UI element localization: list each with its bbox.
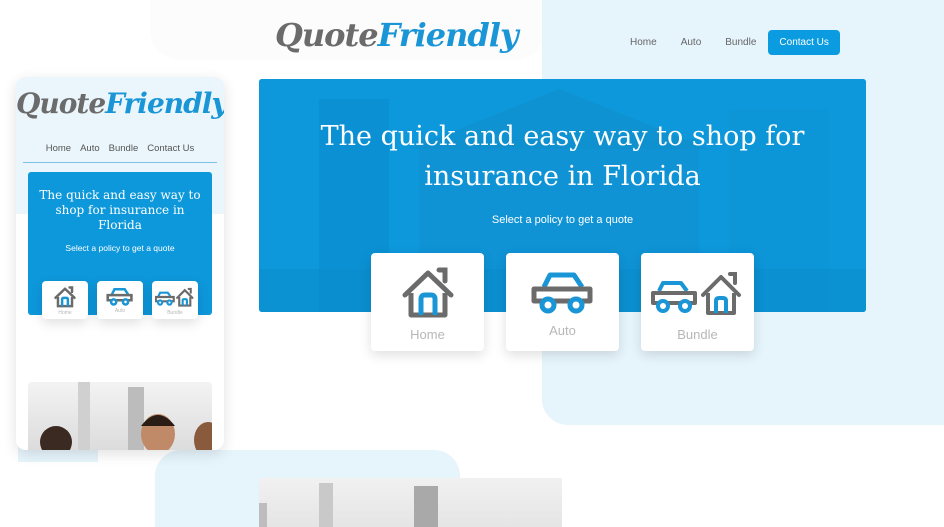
nav-auto[interactable]: Auto xyxy=(681,37,702,48)
logo-part-quote: Quote xyxy=(275,16,379,54)
mobile-nav-home[interactable]: Home xyxy=(46,143,71,154)
portfolio-canvas: QuoteFriendly Home Auto Bundle Contact U… xyxy=(0,0,944,527)
people-photo-image xyxy=(40,382,212,450)
policy-label: Auto xyxy=(549,323,576,338)
nav-home[interactable]: Home xyxy=(630,37,657,48)
logo-part-friendly: Friendly xyxy=(377,16,519,54)
mobile-nav-contact[interactable]: Contact Us xyxy=(147,143,194,154)
mobile-nav-auto[interactable]: Auto xyxy=(80,143,100,154)
hero-subtitle: Select a policy to get a quote xyxy=(491,214,634,226)
nav-bundle[interactable]: Bundle xyxy=(725,37,756,48)
policy-label: Bundle xyxy=(167,310,183,316)
hero-title: The quick and easy way to shop for insur… xyxy=(320,121,805,192)
policy-label: Auto xyxy=(114,308,126,314)
policy-cards: Home Auto Bundle xyxy=(371,253,776,351)
policy-card-auto[interactable]: Auto xyxy=(506,253,619,351)
mobile-hero-title: The quick and easy way to shop for insur… xyxy=(39,188,201,232)
nav-divider xyxy=(23,162,217,163)
mobile-policy-card-bundle[interactable]: Bundle xyxy=(152,281,198,319)
policy-card-bundle[interactable]: Bundle xyxy=(641,253,754,351)
city-skyline-image xyxy=(259,483,438,527)
car-icon xyxy=(531,272,592,314)
main-nav: Home Auto Bundle Contact Us xyxy=(630,30,840,55)
contact-us-button[interactable]: Contact Us xyxy=(768,30,840,55)
mobile-site-logo[interactable]: QuoteFriendly xyxy=(16,87,224,120)
mobile-nav-bundle[interactable]: Bundle xyxy=(109,143,139,154)
house-icon xyxy=(402,267,453,318)
mobile-nav: Home Auto Bundle Contact Us xyxy=(16,143,224,154)
mobile-policy-cards: Home Auto Bundle xyxy=(42,281,207,319)
policy-label: Home xyxy=(58,310,72,316)
mobile-policy-card-auto[interactable]: Auto xyxy=(97,281,143,319)
car-and-house-icon xyxy=(650,272,741,315)
policy-label: Home xyxy=(410,327,445,342)
car-and-house-icon xyxy=(155,287,194,307)
logo-part-quote: Quote xyxy=(16,87,106,120)
team-photo xyxy=(259,478,562,527)
logo-part-friendly: Friendly xyxy=(105,87,224,120)
house-icon xyxy=(54,286,76,308)
site-logo[interactable]: QuoteFriendly xyxy=(275,16,519,54)
car-icon xyxy=(106,287,133,306)
mobile-policy-card-home[interactable]: Home xyxy=(42,281,88,319)
mobile-team-photo xyxy=(28,382,212,450)
policy-card-home[interactable]: Home xyxy=(371,253,484,351)
policy-label: Bundle xyxy=(677,327,718,342)
mobile-preview: QuoteFriendly Home Auto Bundle Contact U… xyxy=(16,77,224,450)
mobile-hero-subtitle: Select a policy to get a quote xyxy=(65,243,175,253)
